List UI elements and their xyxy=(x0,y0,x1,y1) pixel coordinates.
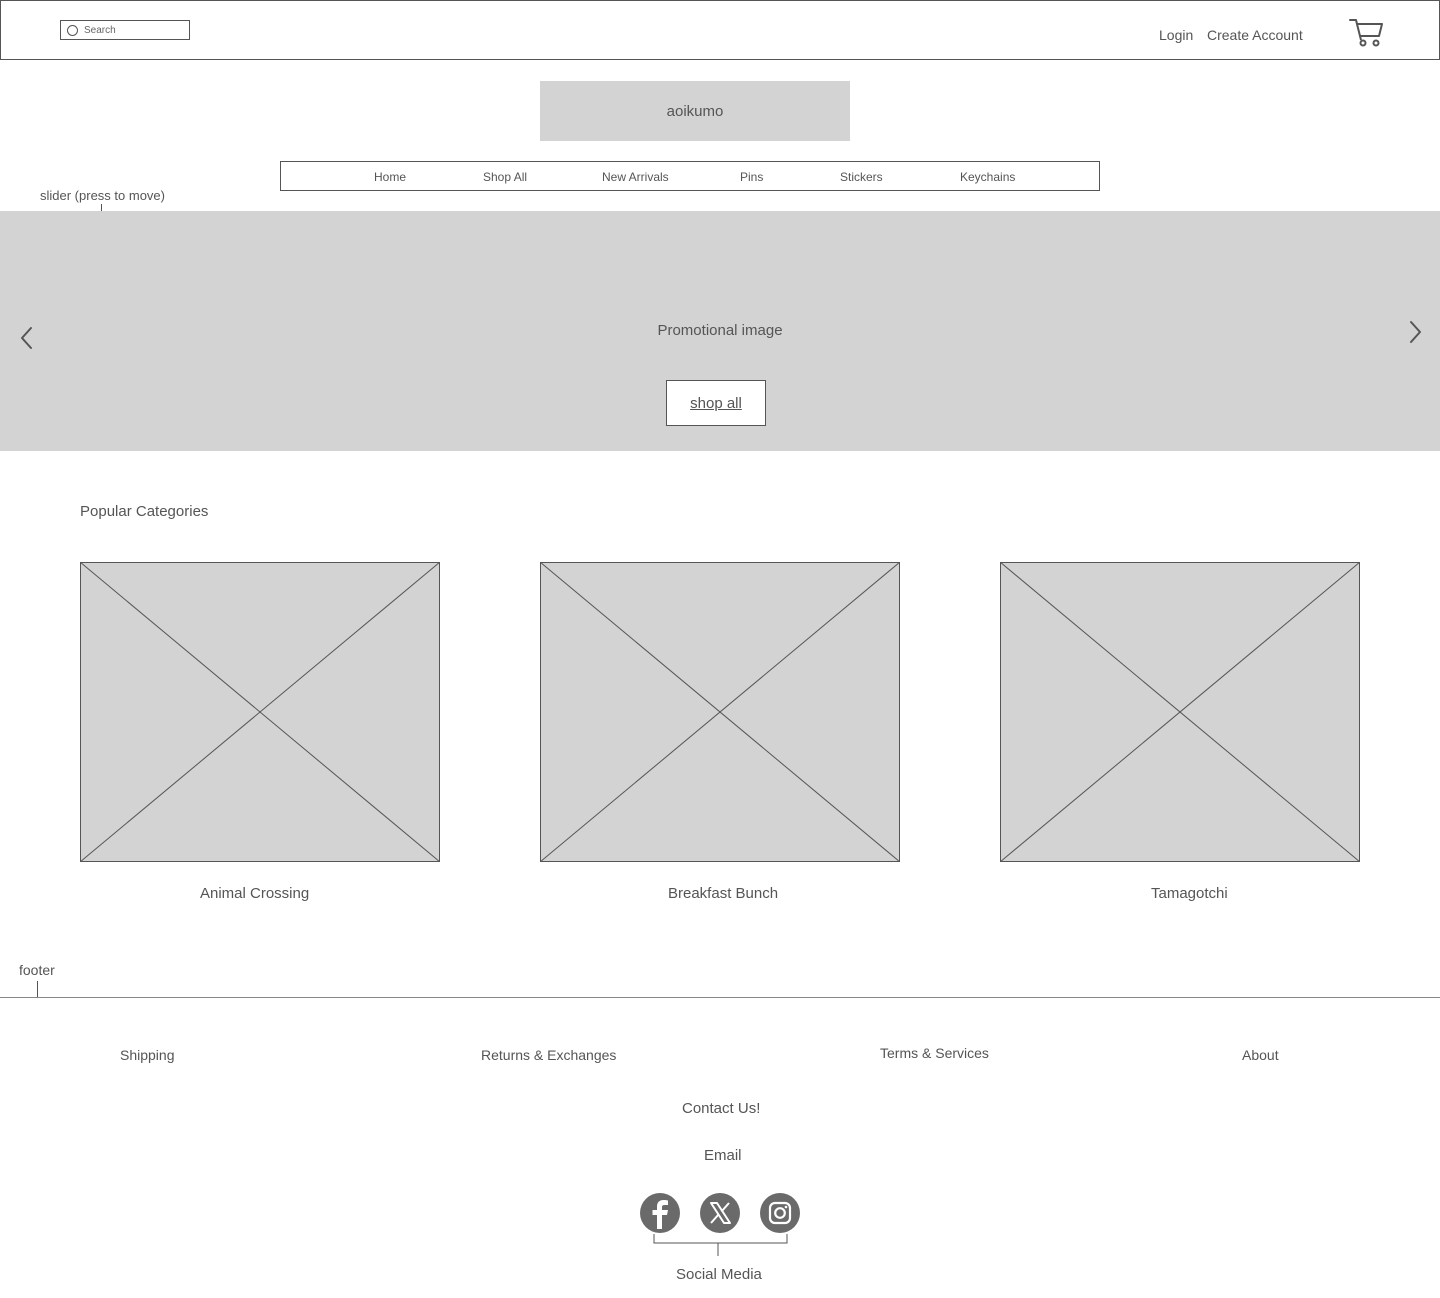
footer-link-about[interactable]: About xyxy=(1242,1047,1279,1063)
promo-text: Promotional image xyxy=(657,322,783,339)
slider-annotation-tick xyxy=(101,204,102,211)
category-label-breakfast-bunch[interactable]: Breakfast Bunch xyxy=(668,885,778,902)
footer-link-returns[interactable]: Returns & Exchanges xyxy=(481,1047,616,1063)
slider-annotation: slider (press to move) xyxy=(40,188,165,203)
facebook-icon[interactable] xyxy=(640,1193,680,1233)
search-placeholder: Search xyxy=(84,24,116,36)
category-label-tamagotchi[interactable]: Tamagotchi xyxy=(1151,885,1228,902)
nav-item-home[interactable]: Home xyxy=(374,170,406,184)
social-media-label: Social Media xyxy=(676,1266,762,1283)
footer-divider xyxy=(0,997,1440,998)
popular-categories-title: Popular Categories xyxy=(80,503,209,520)
category-label-animal-crossing[interactable]: Animal Crossing xyxy=(200,885,309,902)
shop-all-button[interactable]: shop all xyxy=(666,380,766,426)
main-nav: Home Shop All New Arrivals Pins Stickers… xyxy=(280,161,1100,191)
social-media-bracket xyxy=(653,1234,789,1263)
footer-link-terms[interactable]: Terms & Services xyxy=(880,1045,989,1061)
nav-item-pins[interactable]: Pins xyxy=(740,170,763,184)
search-input[interactable]: Search xyxy=(60,20,190,40)
create-account-link[interactable]: Create Account xyxy=(1207,27,1303,43)
chevron-left-icon[interactable] xyxy=(18,325,36,351)
category-card-image[interactable] xyxy=(540,562,900,862)
promo-slider[interactable]: Promotional image shop all xyxy=(0,211,1440,451)
nav-item-stickers[interactable]: Stickers xyxy=(840,170,883,184)
category-card-image[interactable] xyxy=(80,562,440,862)
contact-us-link[interactable]: Contact Us! xyxy=(682,1100,760,1117)
nav-item-new-arrivals[interactable]: New Arrivals xyxy=(602,170,669,184)
store-logo[interactable]: aoikumo xyxy=(540,81,850,141)
cart-icon[interactable] xyxy=(1348,16,1384,48)
nav-item-keychains[interactable]: Keychains xyxy=(960,170,1015,184)
search-icon xyxy=(67,24,78,36)
login-link[interactable]: Login xyxy=(1159,27,1193,43)
nav-item-shop-all[interactable]: Shop All xyxy=(483,170,527,184)
footer-annotation: footer xyxy=(19,962,55,978)
x-icon[interactable] xyxy=(700,1193,740,1233)
instagram-icon[interactable] xyxy=(760,1193,800,1233)
category-card-image[interactable] xyxy=(1000,562,1360,862)
email-link[interactable]: Email xyxy=(704,1147,742,1164)
footer-annotation-tick xyxy=(37,981,38,997)
footer-link-shipping[interactable]: Shipping xyxy=(120,1047,175,1063)
chevron-right-icon[interactable] xyxy=(1406,319,1424,345)
